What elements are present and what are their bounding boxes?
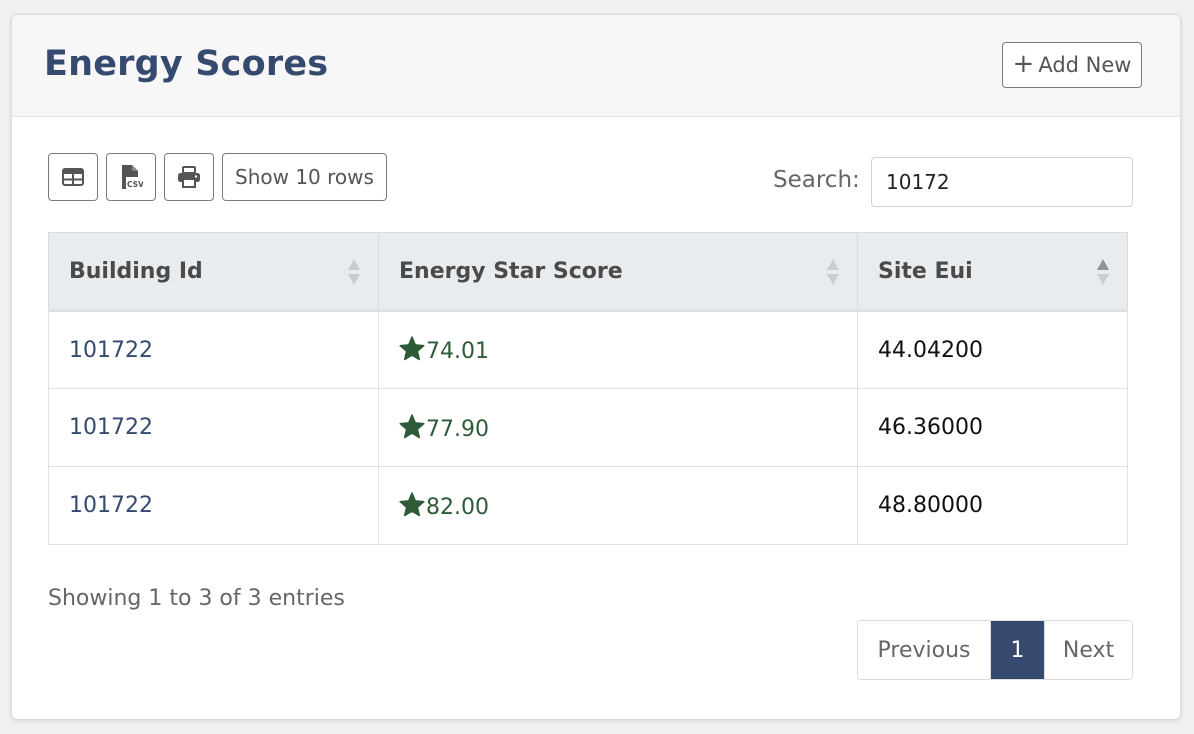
search-label: Search: (773, 167, 860, 193)
star-icon (399, 336, 426, 364)
table-row: 101722 74.01 44.04200 (48, 310, 1128, 389)
score-value: 77.90 (426, 416, 489, 442)
table-view-button[interactable] (48, 153, 98, 201)
score-value: 82.00 (426, 494, 489, 520)
next-page-button[interactable]: Next (1044, 621, 1132, 679)
page-title: Energy Scores (44, 44, 329, 84)
column-header-label: Energy Star Score (399, 258, 623, 284)
site-eui-cell: 44.04200 (857, 310, 1128, 389)
energy-scores-table: Building Id Energy Star Score Site Eui 1… (48, 232, 1128, 545)
table-info: Showing 1 to 3 of 3 entries (48, 586, 345, 611)
print-button[interactable] (164, 153, 214, 201)
column-header-label: Building Id (69, 258, 203, 284)
add-new-label: Add New (1038, 53, 1132, 77)
search-input[interactable] (871, 157, 1133, 207)
plus-icon: + (1012, 49, 1035, 79)
column-header-building-id[interactable]: Building Id (48, 232, 379, 312)
sort-icon (827, 257, 839, 287)
table-row: 101722 82.00 48.80000 (48, 466, 1128, 545)
card-header: Energy Scores + Add New (12, 15, 1180, 117)
energy-star-score-cell: 74.01 (378, 310, 858, 389)
add-new-button[interactable]: + Add New (1002, 42, 1142, 88)
score-value: 74.01 (426, 339, 489, 364)
site-eui-cell: 46.36000 (857, 388, 1128, 467)
page-1-button[interactable]: 1 (991, 621, 1044, 679)
previous-page-button[interactable]: Previous (858, 621, 991, 679)
csv-export-button[interactable]: CSV (106, 153, 156, 201)
star-icon (399, 413, 426, 442)
energy-star-score-cell: 82.00 (378, 466, 858, 545)
pagination: Previous 1 Next (857, 620, 1133, 680)
table-header-row: Building Id Energy Star Score Site Eui (48, 232, 1128, 312)
energy-scores-card: Energy Scores + Add New CSV Show 10 rows… (11, 14, 1181, 720)
column-header-site-eui[interactable]: Site Eui (857, 232, 1128, 312)
show-rows-button[interactable]: Show 10 rows (222, 153, 387, 201)
building-id-cell: 101722 (48, 310, 379, 389)
table-row: 101722 77.90 46.36000 (48, 388, 1128, 467)
building-id-cell: 101722 (48, 388, 379, 467)
print-icon (177, 166, 201, 188)
svg-text:CSV: CSV (127, 180, 143, 189)
sort-icon (348, 257, 360, 287)
building-id-cell: 101722 (48, 466, 379, 545)
star-icon (399, 491, 426, 520)
column-header-label: Site Eui (878, 258, 973, 284)
sort-ascending-icon (1097, 257, 1109, 287)
column-header-energy-star-score[interactable]: Energy Star Score (378, 232, 858, 312)
site-eui-cell: 48.80000 (857, 466, 1128, 545)
energy-star-score-cell: 77.90 (378, 388, 858, 467)
table-icon (62, 168, 84, 186)
csv-file-icon: CSV (119, 164, 143, 190)
